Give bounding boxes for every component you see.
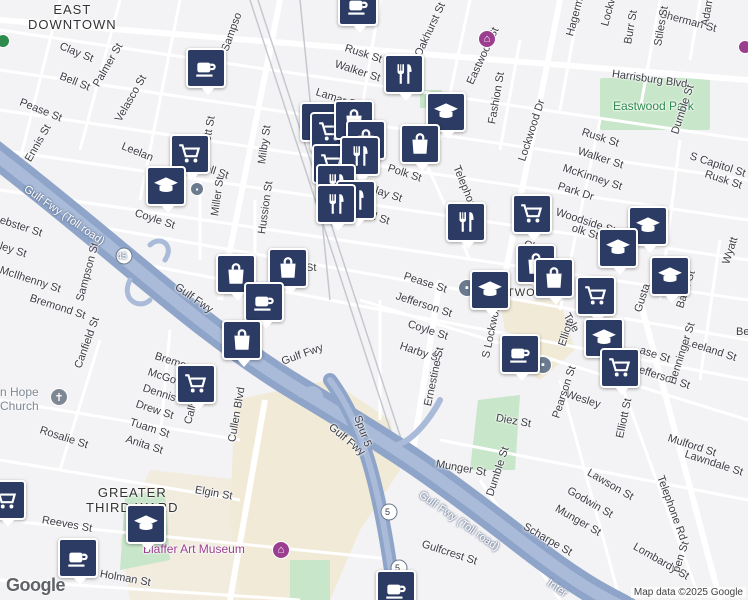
school-map-pin[interactable]	[126, 504, 166, 551]
shopping-cart-icon	[607, 355, 633, 381]
shopping-cart-map-pin[interactable]	[600, 348, 640, 395]
school-icon	[657, 263, 683, 289]
school-icon	[477, 277, 503, 303]
shopping-cart-icon	[0, 487, 19, 513]
school-icon	[605, 235, 631, 261]
school-map-pin[interactable]	[650, 256, 690, 303]
map-canvas[interactable]: EAST DOWNTOWN GREATER THIRD WARD EASTWOO…	[0, 0, 748, 600]
school-icon	[133, 511, 159, 537]
cafe-icon	[193, 55, 219, 81]
cafe-map-pin[interactable]	[186, 48, 226, 95]
restaurant-icon	[323, 191, 349, 217]
google-logo: Google	[6, 575, 66, 595]
shopping-bag-map-pin[interactable]	[222, 320, 262, 367]
restaurant-icon	[453, 209, 479, 235]
shopping-cart-icon	[183, 371, 209, 397]
transit-poi-icon[interactable]: ▪	[190, 182, 204, 196]
cafe-map-pin[interactable]	[338, 0, 378, 33]
shopping-bag-map-pin[interactable]	[400, 124, 440, 171]
shopping-bag-icon	[275, 255, 301, 281]
school-icon	[635, 213, 661, 239]
restaurant-map-pin[interactable]	[384, 54, 424, 101]
area-label-east-downtown: EAST DOWNTOWN	[28, 2, 117, 32]
cafe-icon	[383, 577, 409, 600]
street-label: Be	[736, 326, 748, 338]
shopping-bag-icon	[407, 131, 433, 157]
museum-poi-icon[interactable]: ⌂	[478, 30, 496, 48]
restaurant-map-pin[interactable]	[316, 184, 356, 231]
shopping-cart-icon	[583, 283, 609, 309]
shopping-cart-map-pin[interactable]	[176, 364, 216, 411]
restaurant-icon	[391, 61, 417, 87]
museum-poi-icon[interactable]	[738, 40, 748, 54]
cafe-map-pin[interactable]	[376, 570, 416, 600]
church-poi-icon[interactable]: ✝	[50, 388, 68, 406]
place-label-hope-church-1: n Hope	[0, 385, 39, 399]
cafe-icon	[65, 545, 91, 571]
street-label: 45	[117, 251, 128, 261]
shopping-bag-icon	[541, 265, 567, 291]
shopping-cart-map-pin[interactable]	[576, 276, 616, 323]
school-icon	[433, 99, 459, 125]
school-map-pin[interactable]	[598, 228, 638, 275]
place-label-blaffer: Blaffer Art Museum	[143, 542, 245, 556]
place-label-hope-church-2: Church	[0, 399, 39, 413]
map-attribution: Map data ©2025 Google	[630, 587, 746, 598]
cafe-map-pin[interactable]	[244, 282, 284, 329]
street-label: 5	[385, 507, 391, 517]
cafe-map-pin[interactable]	[500, 334, 540, 381]
museum-poi-icon[interactable]: ⌂	[272, 541, 290, 559]
cafe-icon	[507, 341, 533, 367]
school-icon	[153, 173, 179, 199]
restaurant-map-pin[interactable]	[446, 202, 486, 249]
shopping-bag-icon	[229, 327, 255, 353]
cafe-icon	[251, 289, 277, 315]
shopping-cart-map-pin[interactable]	[512, 194, 552, 241]
school-map-pin[interactable]	[470, 270, 510, 317]
cafe-map-pin[interactable]	[58, 538, 98, 585]
shopping-bag-map-pin[interactable]	[534, 258, 574, 305]
shopping-cart-map-pin[interactable]	[0, 480, 26, 527]
shopping-cart-icon	[177, 141, 203, 167]
cafe-icon	[345, 0, 371, 19]
school-map-pin[interactable]	[146, 166, 186, 213]
shopping-cart-icon	[519, 201, 545, 227]
